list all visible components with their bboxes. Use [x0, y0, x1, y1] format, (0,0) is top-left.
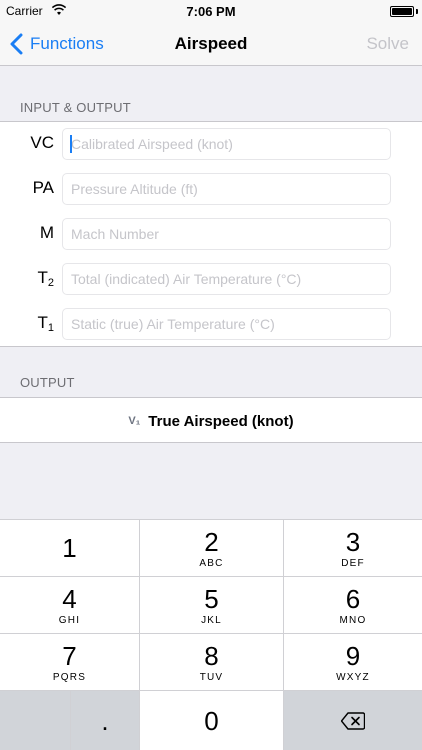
input-output-section-header: INPUT & OUTPUT: [20, 100, 131, 115]
key-digit: 2: [204, 526, 219, 557]
key-letters: DEF: [341, 557, 365, 569]
output-label: True Airspeed (knot): [148, 412, 294, 430]
calibrated-airspeed-input[interactable]: [62, 128, 391, 160]
input-label-t2: T2: [37, 268, 54, 289]
battery-full-icon: [390, 6, 414, 17]
input-row-pa: PA: [0, 167, 422, 212]
key-digit: 3: [345, 526, 361, 557]
key-decimal[interactable]: .: [70, 690, 139, 750]
key-4[interactable]: 4 GHI: [0, 576, 139, 633]
key-1[interactable]: 1: [0, 519, 139, 576]
key-digit: 7: [62, 640, 77, 671]
output-group: V₁ True Airspeed (knot): [0, 397, 422, 443]
key-6[interactable]: 6 MNO: [283, 576, 422, 633]
key-letters: ABC: [199, 557, 224, 569]
input-group: VC PA M T2 T1: [0, 121, 422, 347]
key-letters: JKL: [201, 614, 222, 626]
key-letters: MNO: [339, 614, 367, 626]
key-letters: PQRS: [52, 671, 87, 683]
key-7[interactable]: 7 PQRS: [0, 633, 139, 690]
key-digit: 4: [62, 583, 77, 614]
input-label-pa: PA: [32, 178, 54, 197]
key-0[interactable]: 0: [139, 690, 283, 750]
key-letters: GHI: [58, 614, 81, 626]
output-symbol: V₁: [128, 415, 141, 427]
key-delete[interactable]: [283, 690, 422, 750]
back-button-label: Functions: [30, 34, 104, 53]
key-2[interactable]: 2 ABC: [139, 519, 283, 576]
input-label-m: M: [39, 223, 54, 242]
solve-button[interactable]: Solve: [366, 22, 409, 66]
text-cursor: [70, 135, 72, 153]
input-row-vc: VC: [0, 122, 422, 167]
mach-number-input[interactable]: [62, 218, 391, 250]
key-letters: TUV: [199, 671, 224, 683]
key-digit: 1: [62, 533, 77, 563]
key-letters: WXYZ: [336, 671, 370, 683]
key-blank: [0, 690, 70, 750]
numeric-keypad: 1 2 ABC 3 DEF 4 GHI 5 JKL 6 MNO 7 PQRS 8…: [0, 519, 422, 750]
key-digit: 0: [204, 705, 219, 736]
key-digit: 5: [204, 583, 219, 614]
input-row-t1: T1: [0, 302, 422, 347]
key-digit: 8: [204, 640, 219, 671]
key-digit: 6: [345, 583, 361, 614]
key-digit: .: [101, 705, 109, 736]
total-air-temperature-input[interactable]: [62, 263, 391, 295]
navigation-bar: Functions Airspeed Solve: [0, 22, 422, 66]
key-8[interactable]: 8 TUV: [139, 633, 283, 690]
chevron-left-icon: [10, 33, 23, 55]
key-3[interactable]: 3 DEF: [283, 519, 422, 576]
back-button[interactable]: Functions: [8, 22, 104, 66]
backspace-icon: [341, 711, 365, 730]
input-label-vc: VC: [30, 133, 54, 152]
battery-cap: [416, 9, 418, 14]
input-label-t1: T1: [37, 313, 54, 334]
key-9[interactable]: 9 WXYZ: [283, 633, 422, 690]
status-time: 7:06 PM: [186, 4, 236, 19]
key-digit: 9: [345, 640, 361, 671]
static-air-temperature-input[interactable]: [62, 308, 391, 340]
pressure-altitude-input[interactable]: [62, 173, 391, 205]
input-row-m: M: [0, 212, 422, 257]
output-section-header: OUTPUT: [20, 375, 75, 390]
status-bar: Carrier 7:06 PM: [0, 0, 422, 22]
key-5[interactable]: 5 JKL: [139, 576, 283, 633]
input-row-t2: T2: [0, 257, 422, 302]
output-row[interactable]: V₁ True Airspeed (knot): [0, 398, 422, 444]
